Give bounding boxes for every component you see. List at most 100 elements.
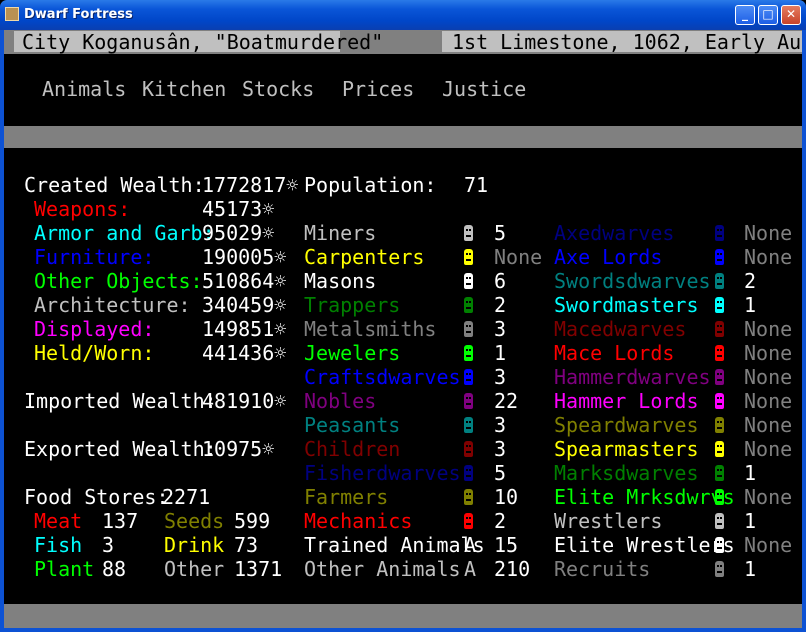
population-label: Population: (304, 173, 437, 197)
military-count: None (744, 533, 793, 557)
population-profession-label[interactable]: Farmers (304, 485, 388, 509)
food-item-label: Other (164, 557, 225, 581)
population-count: 210 (494, 557, 531, 581)
tab-stocks[interactable]: Stocks (242, 77, 314, 101)
wealth-item-label: Held/Worn: (34, 341, 155, 365)
food-item-value: 137 (102, 509, 139, 533)
population-profession-label[interactable]: Trained Animals (304, 533, 485, 557)
military-count: None (744, 317, 793, 341)
military-profession-label[interactable]: Wrestlers (554, 509, 662, 533)
military-count: None (744, 413, 793, 437)
population-profession-label[interactable]: Children (304, 437, 400, 461)
tab-justice[interactable]: Justice (442, 77, 526, 101)
dwarf-icon (715, 297, 724, 313)
population-profession-label[interactable]: Mechanics (304, 509, 412, 533)
population-count: 5 (494, 221, 507, 245)
population-count: 10 (494, 485, 519, 509)
food-item-value: 88 (102, 557, 127, 581)
dwarf-icon (464, 489, 473, 505)
population-profession-label[interactable]: Fisherdwarves (304, 461, 461, 485)
wealth-item-value: 340459☼ (202, 293, 287, 317)
food-item-value: 3 (102, 533, 115, 557)
military-profession-label[interactable]: Axedwarves (554, 221, 674, 245)
military-profession-label[interactable]: Marksdwarves (554, 461, 699, 485)
population-profession-label[interactable]: Masons (304, 269, 376, 293)
military-profession-label[interactable]: Mace Lords (554, 341, 674, 365)
military-profession-label[interactable]: Swordsdwarves (554, 269, 711, 293)
tab-prices[interactable]: Prices (342, 77, 414, 101)
military-count: None (744, 245, 793, 269)
population-profession-label[interactable]: Miners (304, 221, 376, 245)
dwarf-icon (464, 369, 473, 385)
population-count: 3 (494, 365, 507, 389)
close-button[interactable]: ✕ (781, 5, 801, 25)
wealth-item-label: Architecture: (34, 293, 191, 317)
military-count: None (744, 365, 793, 389)
exported-wealth-label: Exported Wealth: (24, 437, 217, 461)
military-profession-label[interactable]: Speardwarves (554, 413, 699, 437)
population-count: 2 (494, 509, 507, 533)
dwarf-icon (464, 513, 473, 529)
created-wealth-label: Created Wealth: (24, 173, 205, 197)
population-count: 1 (494, 341, 507, 365)
tab-kitchen[interactable]: Kitchen (142, 77, 226, 101)
maximize-button[interactable]: □ (758, 5, 778, 25)
dwarf-icon (715, 441, 724, 457)
dwarf-icon (715, 489, 724, 505)
animal-glyph: A (464, 533, 477, 557)
dwarf-icon (464, 441, 473, 457)
military-profession-label[interactable]: Elite Mrksdwrvs (554, 485, 735, 509)
imported-wealth-label: Imported Wealth: (24, 389, 217, 413)
population-count: 15 (494, 533, 519, 557)
population-profession-label[interactable]: Peasants (304, 413, 400, 437)
military-profession-label[interactable]: Recruits (554, 557, 650, 581)
population-profession-label[interactable]: Nobles (304, 389, 376, 413)
food-item-value: 73 (234, 533, 259, 557)
military-profession-label[interactable]: Spearmasters (554, 437, 699, 461)
food-item-label: Fish (34, 533, 83, 557)
minimize-button[interactable]: _ (735, 5, 755, 25)
dwarf-icon (715, 561, 724, 577)
military-count: None (744, 437, 793, 461)
exported-wealth-value: 10975☼ (202, 437, 275, 461)
military-profession-label[interactable]: Hammerdwarves (554, 365, 711, 389)
population-profession-label[interactable]: Craftsdwarves (304, 365, 461, 389)
tab-animals[interactable]: Animals (42, 77, 126, 101)
imported-wealth-value: 481910☼ (202, 389, 287, 413)
window-frame-bottom (0, 628, 806, 632)
animal-glyph: A (464, 557, 477, 581)
food-item-label: Plant (34, 557, 95, 581)
military-profession-label[interactable]: Macedwarves (554, 317, 686, 341)
game-date: 1st Limestone, 1062, Early Autumn (442, 31, 802, 53)
wealth-item-label: Weapons: (34, 197, 131, 221)
military-profession-label[interactable]: Axe Lords (554, 245, 662, 269)
military-profession-label[interactable]: Elite Wrestlers (554, 533, 735, 557)
game-screen[interactable]: City Koganusân, "Boatmurdered" 1st Limes… (4, 30, 802, 628)
population-profession-label[interactable]: Other Animals (304, 557, 461, 581)
population-profession-label[interactable]: Carpenters (304, 245, 424, 269)
military-profession-label[interactable]: Swordmasters (554, 293, 699, 317)
wealth-item-value: 45173☼ (202, 197, 275, 221)
wealth-item-label: Other Objects: (34, 269, 203, 293)
dwarf-icon (464, 465, 473, 481)
military-count: 1 (744, 293, 757, 317)
wealth-item-value: 441436☼ (202, 341, 287, 365)
wealth-item-label: Displayed: (34, 317, 155, 341)
food-stores-label: Food Stores: (24, 485, 169, 509)
population-profession-label[interactable]: Jewelers (304, 341, 400, 365)
dwarf-icon (464, 345, 473, 361)
military-profession-label[interactable]: Hammer Lords (554, 389, 699, 413)
military-count: 1 (744, 509, 757, 533)
population-count: 3 (494, 317, 507, 341)
title-bar[interactable]: Dwarf Fortress _ □ ✕ (0, 0, 806, 30)
dwarf-icon (715, 273, 724, 289)
population-count: 3 (494, 437, 507, 461)
wealth-item-value: 95029☼ (202, 221, 275, 245)
military-count: None (744, 485, 793, 509)
dwarf-icon (464, 321, 473, 337)
food-item-label: Seeds (164, 509, 225, 533)
population-profession-label[interactable]: Metalsmiths (304, 317, 436, 341)
food-stores-total: 2271 (162, 485, 211, 509)
population-profession-label[interactable]: Trappers (304, 293, 400, 317)
food-item-label: Drink (164, 533, 225, 557)
